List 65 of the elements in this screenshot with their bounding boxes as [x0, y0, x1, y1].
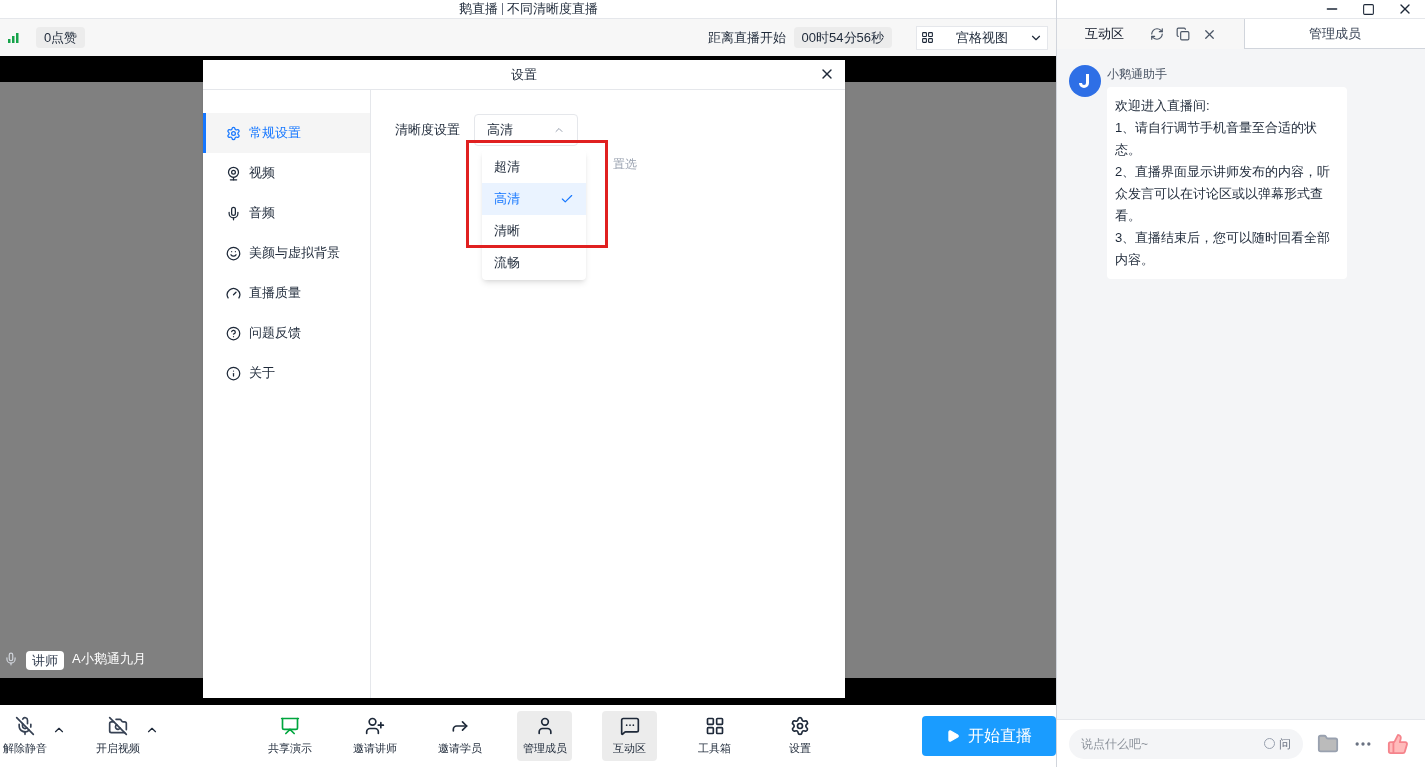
microphone-icon	[4, 652, 18, 666]
settings-icon	[226, 125, 241, 141]
speaker-name: A小鹅通九月	[72, 649, 146, 668]
message-line: 1、请自行调节手机音量至合适的状态。	[1115, 119, 1319, 159]
toolbar-button[interactable]: 互动区	[602, 711, 658, 761]
panel-tab[interactable]: 管理成员	[1309, 23, 1361, 44]
toolbar-button[interactable]: 解除静音	[0, 710, 50, 762]
settings-icon	[789, 715, 810, 736]
user-plus-icon	[364, 715, 385, 736]
likes-count: 0点赞	[36, 26, 86, 49]
maximize-icon[interactable]	[1362, 2, 1375, 16]
hint-text: 置选	[613, 156, 637, 173]
toolbar-button[interactable]: 设置	[772, 711, 827, 761]
help-icon	[226, 325, 241, 341]
dialog-title: 设置	[511, 65, 537, 84]
app-name: 鹅直播	[458, 0, 498, 19]
quality-option[interactable]: 高清	[482, 183, 586, 215]
refresh-icon[interactable]	[1150, 26, 1164, 41]
info-icon	[226, 365, 241, 381]
settings-nav-item[interactable]: 常规设置	[203, 113, 370, 153]
message-input[interactable]: 说点什么吧~ 问	[1069, 728, 1303, 759]
toolbar-button[interactable]: 邀请学员	[432, 711, 488, 761]
camera-off-icon	[108, 715, 129, 736]
settings-nav-item[interactable]: 关于	[203, 353, 370, 393]
speaker-role-tag: 讲师	[26, 650, 64, 670]
toolbar-button[interactable]: 邀请讲师	[347, 711, 403, 761]
countdown-label: 距离直播开始	[707, 28, 786, 47]
settings-nav-item[interactable]: 视频	[203, 153, 370, 193]
quality-option[interactable]: 清晰	[482, 215, 586, 247]
check-icon	[560, 192, 574, 206]
chat-icon	[619, 715, 640, 736]
webcam-icon	[226, 165, 241, 181]
settings-nav-item[interactable]: 美颜与虚拟背景	[203, 233, 370, 273]
setting-label: 清晰度设置	[395, 121, 460, 140]
folder-icon[interactable]	[1317, 732, 1339, 755]
microphone-icon	[226, 205, 241, 221]
signal-icon	[8, 32, 20, 43]
toolbar-button[interactable]: 管理成员	[517, 711, 573, 761]
countdown-timer: 00时54分56秒	[793, 26, 892, 49]
play-icon	[946, 729, 961, 743]
question-toggle[interactable]: 问	[1264, 734, 1291, 753]
gauge-icon	[226, 285, 241, 301]
settings-nav-item[interactable]: 直播质量	[203, 273, 370, 313]
view-select[interactable]: 宫格视图	[916, 25, 1048, 50]
message-line: 欢迎进入直播间:	[1115, 97, 1211, 115]
message-line: 3、直播结束后，您可以随时回看全部内容。	[1115, 229, 1332, 269]
toolbar-button[interactable]: 共享演示	[262, 711, 318, 761]
message-line: 2、直播界面显示讲师发布的内容，听众发言可以在讨论区或以弹幕形式查看。	[1115, 163, 1332, 225]
assistant-avatar	[1069, 65, 1101, 97]
toolbar-button[interactable]: 开启视频	[93, 710, 144, 762]
window-title: 不同清晰度直播	[506, 0, 598, 19]
panel-tab[interactable]: 互动区	[1085, 24, 1124, 44]
popout-icon[interactable]	[1176, 26, 1190, 41]
presentation-icon	[279, 715, 300, 736]
grid-icon	[921, 31, 934, 44]
grid-icon	[704, 715, 725, 736]
smiley-icon	[226, 245, 241, 261]
microphone-muted-icon	[15, 715, 35, 736]
quality-option[interactable]: 流畅	[482, 247, 586, 279]
sender-name: 小鹅通助手	[1107, 66, 1168, 83]
toolbar-button[interactable]: 工具箱	[687, 711, 743, 761]
thumbs-up-icon[interactable]	[1387, 732, 1409, 755]
settings-nav-item[interactable]: 音频	[203, 193, 370, 233]
quality-option[interactable]: 超清	[482, 151, 586, 183]
settings-nav-item[interactable]: 问题反馈	[203, 313, 370, 353]
